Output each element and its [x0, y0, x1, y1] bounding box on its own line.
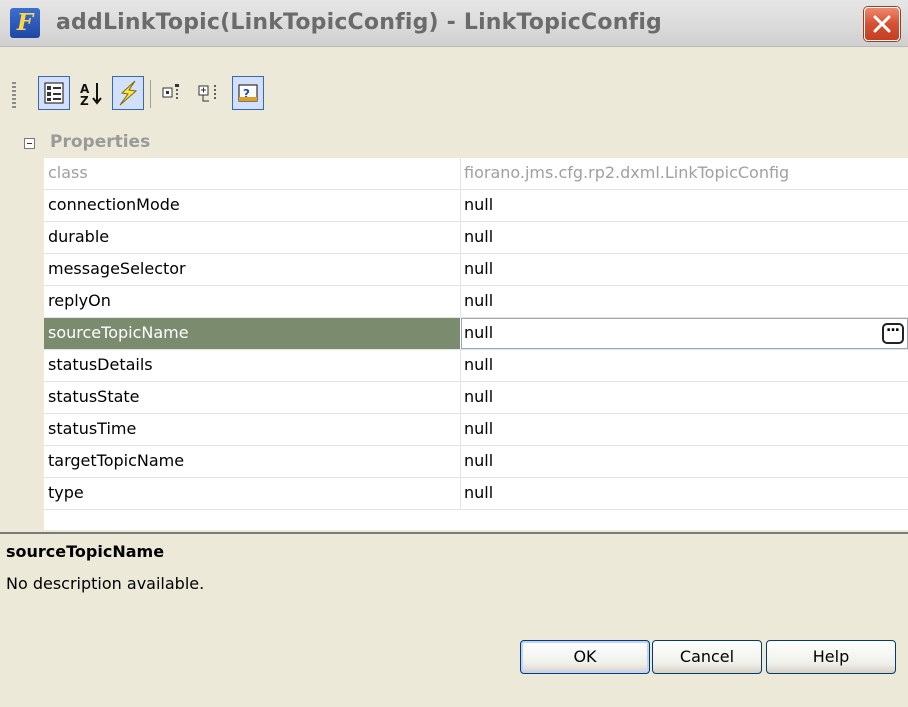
sort-az-icon: A Z: [80, 82, 102, 108]
title-bar[interactable]: F addLinkTopic(LinkTopicConfig) - LinkTo…: [0, 0, 908, 47]
column-divider: [460, 222, 461, 253]
column-divider: [460, 190, 461, 221]
property-name: messageSelector: [48, 259, 186, 278]
property-name: statusDetails: [48, 355, 153, 374]
property-row-replyOn[interactable]: replyOn null: [44, 286, 908, 318]
property-name: connectionMode: [48, 195, 180, 214]
property-value[interactable]: null: [464, 419, 493, 438]
lightning-icon: [119, 80, 138, 106]
description-pane: sourceTopicName No description available…: [0, 532, 908, 707]
show-editable-button[interactable]: [158, 76, 190, 110]
property-value[interactable]: null: [464, 387, 493, 406]
property-value-editor[interactable]: [461, 318, 908, 349]
column-divider: [460, 286, 461, 317]
svg-text:Z: Z: [80, 94, 89, 108]
property-name: replyOn: [48, 291, 111, 310]
property-row-type[interactable]: type null: [44, 478, 908, 510]
property-row-durable[interactable]: durable null: [44, 222, 908, 254]
property-value[interactable]: null: [464, 323, 493, 342]
property-row-statusDetails[interactable]: statusDetails null: [44, 350, 908, 382]
property-value[interactable]: null: [464, 483, 493, 502]
window-title: addLinkTopic(LinkTopicConfig) - LinkTopi…: [56, 10, 663, 35]
property-value: fiorano.jms.cfg.rp2.dxml.LinkTopicConfig: [464, 163, 790, 182]
category-label: Properties: [50, 132, 151, 152]
grid-margin: [12, 158, 44, 530]
property-row-sourceTopicName[interactable]: sourceTopicName null ...: [44, 318, 908, 350]
ellipsis-button[interactable]: ...: [882, 319, 904, 344]
column-divider: [460, 478, 461, 509]
ok-button[interactable]: OK: [520, 640, 650, 674]
help-pane-icon: ?: [238, 84, 258, 102]
property-name: sourceTopicName: [48, 323, 189, 342]
collapse-icon[interactable]: [24, 138, 35, 149]
column-divider: [460, 158, 461, 189]
property-name: class: [48, 163, 88, 182]
show-all-button[interactable]: [194, 76, 226, 110]
categorized-view-button[interactable]: [38, 76, 70, 110]
alphabetical-sort-button[interactable]: A Z: [76, 76, 108, 110]
categorized-icon: [44, 82, 64, 104]
column-divider: [460, 254, 461, 285]
property-value[interactable]: null: [464, 259, 493, 278]
column-divider: [460, 446, 461, 477]
property-value[interactable]: null: [464, 451, 493, 470]
property-grid: Properties class fiorano.jms.cfg.rp2.dxm…: [12, 128, 908, 530]
column-divider: [460, 350, 461, 381]
property-row-targetTopicName[interactable]: targetTopicName null: [44, 446, 908, 478]
toolbar-separator: [150, 80, 151, 108]
app-icon: F: [10, 8, 40, 38]
property-name: statusTime: [48, 419, 137, 438]
property-value[interactable]: null: [464, 227, 493, 246]
close-icon: [873, 15, 891, 33]
cancel-button[interactable]: Cancel: [652, 640, 762, 674]
property-toolbar: A Z ?: [8, 72, 304, 116]
show-help-button[interactable]: ?: [232, 76, 264, 110]
column-divider: [460, 382, 461, 413]
description-text: No description available.: [6, 574, 205, 593]
description-title: sourceTopicName: [6, 542, 165, 561]
property-row-class[interactable]: class fiorano.jms.cfg.rp2.dxml.LinkTopic…: [44, 158, 908, 190]
category-row[interactable]: Properties: [12, 128, 908, 158]
property-row-statusTime[interactable]: statusTime null: [44, 414, 908, 446]
property-row-messageSelector[interactable]: messageSelector null: [44, 254, 908, 286]
property-value[interactable]: null: [464, 195, 493, 214]
property-value[interactable]: null: [464, 291, 493, 310]
help-button[interactable]: Help: [766, 640, 896, 674]
ellipsis-icon: ...: [886, 319, 900, 335]
property-row-connectionMode[interactable]: connectionMode null: [44, 190, 908, 222]
toolbar-grip[interactable]: [12, 82, 16, 110]
property-name: statusState: [48, 387, 140, 406]
property-pages-icon: [162, 84, 179, 101]
property-value[interactable]: null: [464, 355, 493, 374]
property-name: targetTopicName: [48, 451, 185, 470]
property-row-statusState[interactable]: statusState null: [44, 382, 908, 414]
property-name: durable: [48, 227, 110, 246]
expand-tree-icon: [198, 85, 216, 102]
close-button[interactable]: [864, 7, 900, 41]
property-name: type: [48, 483, 84, 502]
column-divider: [460, 414, 461, 445]
events-button[interactable]: [112, 76, 144, 110]
